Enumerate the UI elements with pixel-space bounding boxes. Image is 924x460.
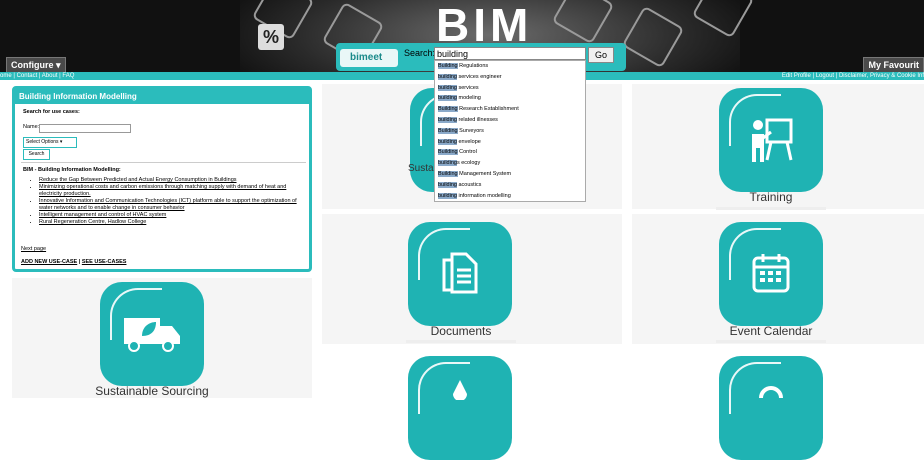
autocomplete-match: Building xyxy=(438,63,458,69)
panel-title: Building Information Modelling xyxy=(15,89,309,104)
autocomplete-item[interactable]: building acoustics xyxy=(435,180,585,191)
documents-label: Documents xyxy=(430,324,492,338)
go-button[interactable]: Go xyxy=(588,47,614,63)
autocomplete-suffix: services engineer xyxy=(456,73,502,80)
autocomplete-match: Building xyxy=(438,149,458,156)
autocomplete-suffix: information modelling xyxy=(456,192,511,199)
percent-icon: % xyxy=(258,24,284,50)
autocomplete-item[interactable]: Building Research Establishment xyxy=(435,104,585,115)
autocomplete-item[interactable]: Building Surveyors xyxy=(435,126,585,137)
search-button[interactable]: Search xyxy=(23,149,50,160)
use-case-link[interactable]: Rural Regeneration Centre, Hadlow Colleg… xyxy=(39,219,299,226)
autocomplete-match: Building xyxy=(438,106,458,113)
add-use-case-link[interactable]: ADD NEW USE-CASE xyxy=(21,259,77,265)
use-case-list: Reduce the Gap Between Predicted and Act… xyxy=(29,177,299,226)
see-use-cases-link[interactable]: SEE USE-CASES xyxy=(82,259,127,265)
sustainable-sourcing-tile[interactable] xyxy=(100,282,204,386)
autocomplete-item[interactable]: building related illnesses xyxy=(435,115,585,126)
calendar-icon xyxy=(752,254,790,293)
event-calendar-label: Event Calendar xyxy=(729,324,813,338)
tile-shadow xyxy=(406,340,516,343)
partial-tile[interactable] xyxy=(719,356,823,460)
autocomplete-match: building xyxy=(438,160,457,167)
autocomplete-suffix: modeling xyxy=(456,95,481,102)
autocomplete-item[interactable]: Building Regulations xyxy=(435,61,585,72)
autocomplete-suffix: Control xyxy=(457,149,477,156)
search-label: Search: xyxy=(404,48,436,58)
autocomplete-suffix: Regulations xyxy=(457,63,489,69)
use-case-link[interactable]: Reduce the Gap Between Predicted and Act… xyxy=(39,177,299,184)
autocomplete-item[interactable]: Building Control xyxy=(435,147,585,158)
autocomplete-match: Building xyxy=(438,127,458,134)
droplet-icon xyxy=(453,380,467,400)
use-case-link[interactable]: Minimizing operational costs and carbon … xyxy=(39,184,299,198)
presentation-icon xyxy=(752,118,793,162)
autocomplete-match: building xyxy=(438,181,457,188)
name-label: Name: xyxy=(23,124,40,130)
training-tile[interactable] xyxy=(719,88,823,192)
autocomplete-suffix: services xyxy=(456,84,479,91)
list-heading: BIM - Building Information Modelling: xyxy=(23,167,121,173)
autocomplete-item[interactable]: Building Management System xyxy=(435,169,585,180)
autocomplete-suffix: Surveyors xyxy=(457,127,484,134)
autocomplete-item[interactable]: building services xyxy=(435,83,585,94)
autocomplete-suffix: Research Establishment xyxy=(457,106,519,113)
partial-tile[interactable] xyxy=(408,356,512,460)
autocomplete-suffix: Management System xyxy=(457,170,512,177)
autocomplete-item[interactable]: building modeling xyxy=(435,93,585,104)
autocomplete-suffix: acoustics xyxy=(456,181,482,188)
use-case-link[interactable]: Intelligent management and control of HV… xyxy=(39,212,299,219)
autocomplete-suffix: related illnesses xyxy=(456,116,498,123)
sustainable-sourcing-label: Sustainable Sourcing xyxy=(95,384,209,398)
autocomplete-dropdown: Building Regulations building services en… xyxy=(434,60,586,203)
tile-shadow xyxy=(716,207,826,210)
autocomplete-match: building xyxy=(438,84,457,91)
search-input[interactable] xyxy=(434,47,586,60)
autocomplete-item[interactable]: buildings ecology xyxy=(435,158,585,169)
tile-shadow xyxy=(716,340,826,343)
refresh-icon xyxy=(759,386,783,398)
autocomplete-item[interactable]: building information modelling xyxy=(435,191,585,202)
nav-links-left[interactable]: ome | Contact | About | FAQ xyxy=(0,72,74,80)
name-field[interactable] xyxy=(39,124,131,133)
delivery-truck-icon xyxy=(124,318,180,352)
next-page-link[interactable]: Next page xyxy=(21,246,46,252)
use-case-panel: Building Information Modelling Search fo… xyxy=(12,86,312,272)
panel-actions: ADD NEW USE-CASE | SEE USE-CASES xyxy=(21,259,126,265)
training-label: Training xyxy=(749,190,793,204)
my-favourites-button[interactable]: My Favourit xyxy=(863,57,924,72)
divider xyxy=(21,162,306,163)
event-calendar-tile[interactable] xyxy=(719,222,823,326)
configure-button[interactable]: Configure ▾ xyxy=(6,57,66,72)
nav-links-right[interactable]: Edit Profile | Logout | Disclaimer, Priv… xyxy=(782,72,924,80)
autocomplete-match: building xyxy=(438,192,457,199)
search-heading: Search for use cases: xyxy=(23,109,80,115)
autocomplete-match: Building xyxy=(438,170,458,177)
autocomplete-match: building xyxy=(438,73,457,80)
use-case-link[interactable]: Innovative Information and Communication… xyxy=(39,198,299,212)
select-options-dropdown[interactable]: Select Options ▾ xyxy=(23,137,77,148)
autocomplete-suffix: s ecology xyxy=(456,160,481,167)
autocomplete-item[interactable]: building services engineer xyxy=(435,72,585,83)
autocomplete-match: building xyxy=(438,138,457,145)
documents-tile[interactable] xyxy=(408,222,512,326)
autocomplete-item[interactable]: building envelope xyxy=(435,137,585,148)
autocomplete-suffix: envelope xyxy=(456,138,481,145)
autocomplete-match: building xyxy=(438,95,457,102)
bimeet-logo[interactable]: bimeet xyxy=(340,49,398,67)
documents-icon xyxy=(442,252,478,294)
autocomplete-match: building xyxy=(438,116,457,123)
